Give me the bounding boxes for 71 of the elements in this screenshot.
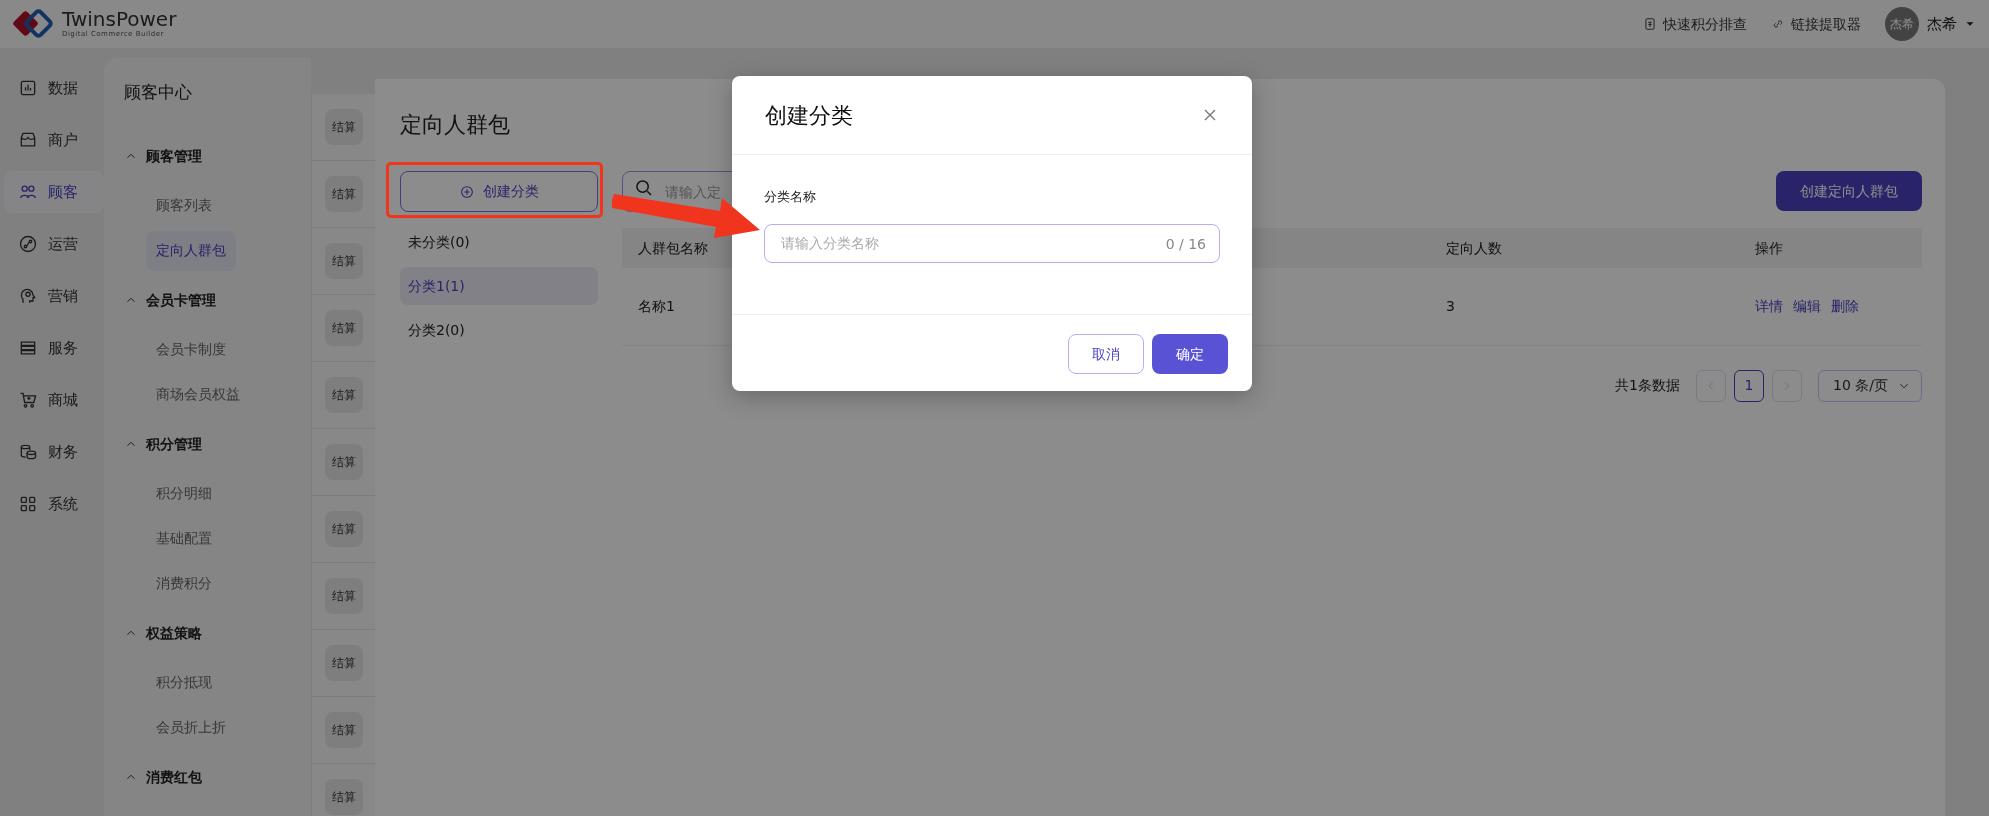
action-link[interactable]: 详情 bbox=[1755, 297, 1783, 314]
user-avatar: 杰希 bbox=[1885, 7, 1919, 41]
nav-item[interactable]: 商户 bbox=[4, 119, 104, 161]
settle-button[interactable]: 结算 bbox=[324, 176, 363, 212]
calculator-icon bbox=[1643, 17, 1657, 31]
settle-button[interactable]: 结算 bbox=[324, 243, 363, 279]
group-header[interactable]: 顾客管理 bbox=[114, 131, 311, 181]
page-button[interactable]: 1 bbox=[1734, 369, 1764, 402]
settle-button[interactable]: 结算 bbox=[324, 511, 363, 547]
nav-item[interactable]: 运营 bbox=[4, 223, 104, 265]
sidebar-item[interactable]: 基础配置 bbox=[146, 518, 222, 559]
search-icon bbox=[636, 180, 652, 196]
settle-button[interactable]: 结算 bbox=[324, 779, 363, 815]
page-title: 定向人群包 bbox=[400, 111, 510, 138]
page-size-select[interactable]: 10 条/页 bbox=[1818, 369, 1922, 402]
brand-name: TwinsPower bbox=[62, 8, 177, 29]
nav-item[interactable]: 顾客 bbox=[4, 171, 104, 213]
head-icon bbox=[18, 286, 38, 306]
sidebar-item[interactable]: 积分抵现 bbox=[146, 662, 222, 703]
group-header[interactable]: 积分管理 bbox=[114, 419, 311, 469]
plus-circle-icon bbox=[459, 183, 475, 200]
settle-button[interactable]: 结算 bbox=[324, 712, 363, 748]
group-header[interactable]: 会员卡管理 bbox=[114, 275, 311, 325]
nav-item[interactable]: 商城 bbox=[4, 379, 104, 421]
settle-button[interactable]: 结算 bbox=[324, 377, 363, 413]
settle-button[interactable]: 结算 bbox=[324, 645, 363, 681]
category-item[interactable]: 分类2(0) bbox=[400, 311, 598, 349]
char-counter: 0 / 16 bbox=[1165, 234, 1206, 254]
sidebar-item[interactable]: 会员卡制度 bbox=[146, 329, 236, 370]
sidebar-item[interactable]: 商场会员权益 bbox=[146, 374, 250, 415]
nav-item[interactable]: 营销 bbox=[4, 275, 104, 317]
create-category-button[interactable]: 创建分类 bbox=[400, 171, 598, 212]
nav-item[interactable]: 财务 bbox=[4, 431, 104, 473]
settle-button[interactable]: 结算 bbox=[324, 109, 363, 145]
nav-item[interactable]: 数据 bbox=[4, 67, 104, 109]
action-link[interactable]: 删除 bbox=[1831, 297, 1859, 314]
header-link[interactable]: 链接提取器 bbox=[1771, 13, 1861, 35]
category-item[interactable]: 未分类(0) bbox=[400, 223, 598, 261]
category-item[interactable]: 分类1(1) bbox=[400, 267, 598, 305]
sidebar-item[interactable]: 积分明细 bbox=[146, 473, 222, 514]
nav-item[interactable]: 系统 bbox=[4, 483, 104, 525]
confirm-button[interactable]: 确定 bbox=[1152, 334, 1228, 374]
link-circle-icon bbox=[18, 234, 38, 254]
shop-icon bbox=[18, 130, 38, 150]
group-header[interactable]: 消费红包 bbox=[114, 752, 311, 802]
sidebar-item[interactable]: 顾客列表 bbox=[146, 185, 222, 226]
cancel-button[interactable]: 取消 bbox=[1068, 334, 1144, 374]
sidebar-item[interactable]: 消费积分 bbox=[146, 563, 222, 604]
table-cell: 3 bbox=[1430, 268, 1739, 345]
settle-button[interactable]: 结算 bbox=[324, 444, 363, 480]
nav-item[interactable]: 服务 bbox=[4, 327, 104, 369]
coins-icon bbox=[18, 442, 38, 462]
link-icon bbox=[1771, 17, 1785, 31]
field-label: 分类名称 bbox=[764, 188, 817, 206]
section-title: 顾客中心 bbox=[124, 81, 193, 104]
settle-button[interactable]: 结算 bbox=[324, 310, 363, 346]
column-header: 定向人数 bbox=[1430, 228, 1739, 268]
user-name[interactable]: 杰希 bbox=[1927, 12, 1957, 36]
column-header: 操作 bbox=[1739, 228, 1922, 268]
create-button[interactable]: 创建定向人群包 bbox=[1776, 171, 1922, 211]
cart-icon bbox=[18, 390, 38, 410]
action-link[interactable]: 编辑 bbox=[1793, 297, 1821, 314]
chart-icon bbox=[18, 78, 38, 98]
grid-icon bbox=[18, 494, 38, 514]
sidebar-item[interactable]: 会员折上折 bbox=[146, 707, 236, 748]
group-header[interactable]: 权益策略 bbox=[114, 608, 311, 658]
settle-button[interactable]: 结算 bbox=[324, 578, 363, 614]
dialog-title: 创建分类 bbox=[765, 101, 853, 130]
sidebar-item[interactable]: 定向人群包 bbox=[146, 230, 236, 271]
total-count: 共1条数据 bbox=[1615, 376, 1680, 395]
header-link[interactable]: 快速积分排查 bbox=[1643, 13, 1747, 35]
